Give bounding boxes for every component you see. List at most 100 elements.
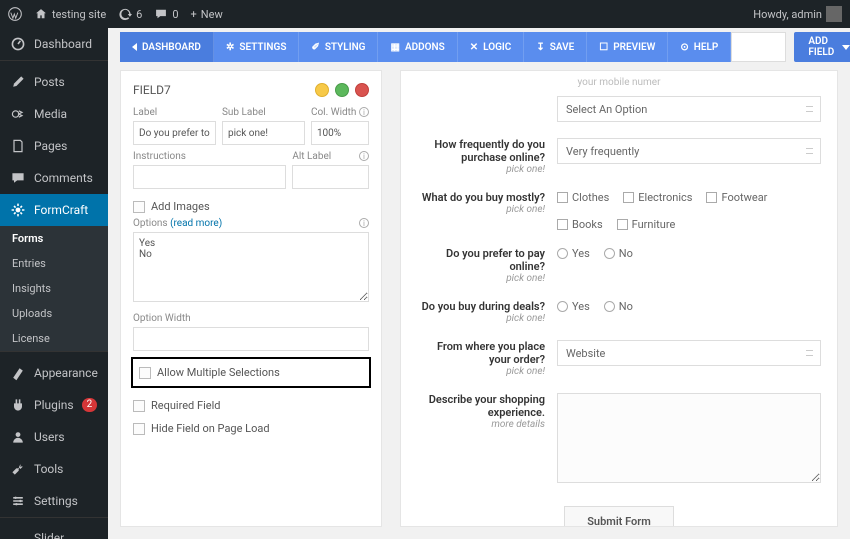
tb-logic[interactable]: ✕LOGIC [458, 32, 525, 62]
opt-yes[interactable]: Yes [557, 247, 590, 260]
wp-logo[interactable] [8, 7, 22, 21]
avatar-icon [826, 6, 842, 22]
radio-icon [557, 248, 568, 259]
tb-help[interactable]: ⊙HELP [668, 32, 731, 62]
howdy[interactable]: Howdy, admin [753, 6, 842, 22]
tb-addons[interactable]: ▦ADDONS [378, 32, 457, 62]
inp-optwidth[interactable] [133, 327, 369, 351]
tb-settings[interactable]: ✲SETTINGS [214, 32, 299, 62]
opt-books[interactable]: Books [557, 218, 603, 231]
minimize-icon[interactable] [315, 83, 329, 97]
field-describe: Describe your shopping experience.more d… [417, 393, 821, 486]
checkbox-icon [133, 423, 145, 435]
menu-pages[interactable]: Pages [0, 130, 108, 162]
menu-media[interactable]: Media [0, 98, 108, 130]
admin-bar: testing site 6 0 +New Howdy, admin [0, 0, 850, 28]
textarea-describe[interactable] [557, 393, 821, 483]
menu-posts[interactable]: Posts [0, 66, 108, 98]
field-label: How frequently do you purchase online? [417, 138, 545, 164]
radio-group: Yes No [557, 247, 821, 260]
opt-electronics[interactable]: Electronics [623, 191, 692, 204]
new-link[interactable]: +New [191, 8, 223, 21]
preview-icon: ☐ [599, 42, 608, 53]
back-icon [132, 43, 137, 51]
delete-icon[interactable] [355, 83, 369, 97]
add-field-button[interactable]: ADD FIELD [794, 32, 850, 62]
tb-save[interactable]: ↧SAVE [524, 32, 587, 62]
checkbox-icon [557, 219, 568, 230]
inp-alt[interactable] [292, 165, 369, 189]
help-icon: ⊙ [680, 42, 688, 53]
site-link[interactable]: testing site [34, 7, 106, 21]
select-where[interactable]: Website [557, 340, 821, 366]
select-frequency[interactable]: Very frequently [557, 138, 821, 164]
chk-allow-multi[interactable]: Allow Multiple Selections [135, 363, 367, 382]
chk-hide[interactable]: Hide Field on Page Load [133, 417, 369, 440]
menu-users[interactable]: Users [0, 421, 108, 453]
opt-footwear[interactable]: Footwear [706, 191, 767, 204]
submit-button[interactable]: Submit Form [564, 506, 674, 527]
field-label: From where you place your order? [417, 340, 545, 366]
field-label: What do you buy mostly? [417, 191, 545, 204]
chk-required[interactable]: Required Field [133, 394, 369, 417]
info-icon[interactable]: i [359, 107, 369, 117]
radio-icon [557, 301, 568, 312]
opt-no[interactable]: No [604, 300, 633, 313]
menu-appearance[interactable]: Appearance [0, 357, 108, 389]
field-settings-panel: FIELD7 Label Sub Label Col. Widthi Instr… [120, 70, 382, 527]
checkbox-icon [557, 192, 568, 203]
field-sublabel: pick one! [417, 273, 545, 284]
menu-tools[interactable]: Tools [0, 453, 108, 485]
inp-col[interactable] [311, 121, 369, 145]
ta-options[interactable]: Yes No [133, 232, 369, 302]
inp-instr[interactable] [133, 165, 286, 189]
inp-label[interactable] [133, 121, 216, 145]
field-where: From where you place your order?pick one… [417, 340, 821, 377]
read-more-link[interactable]: (read more) [170, 218, 222, 229]
builder-toolbar: DASHBOARD ✲SETTINGS ✐STYLING ▦ADDONS ✕LO… [120, 32, 731, 62]
submenu-license[interactable]: License [0, 326, 108, 351]
opt-clothes[interactable]: Clothes [557, 191, 609, 204]
plugin-badge: 2 [82, 398, 98, 412]
chevron-down-icon [842, 45, 850, 50]
lbl-options: Options (read more)i [133, 218, 369, 229]
tb-dashboard[interactable]: DASHBOARD [120, 32, 214, 62]
toolbar-extra-input[interactable] [731, 32, 786, 62]
checkbox-icon [617, 219, 628, 230]
checkbox-group: Clothes Electronics Footwear Books Furni… [557, 191, 821, 231]
menu-settings[interactable]: Settings [0, 485, 108, 517]
info-icon-3[interactable]: i [359, 218, 369, 228]
field-pay-online: Do you prefer to pay online?pick one! Ye… [417, 247, 821, 284]
menu-formcraft[interactable]: FormCraft [0, 194, 108, 226]
styling-icon: ✐ [311, 42, 319, 53]
submenu-forms[interactable]: Forms [0, 226, 108, 251]
menu-comments[interactable]: Comments [0, 162, 108, 194]
menu-slider[interactable]: Slider Revolution [0, 523, 108, 539]
menu-dashboard[interactable]: Dashboard [0, 28, 108, 60]
lbl-label: Label [133, 107, 216, 118]
info-icon-2[interactable]: i [359, 151, 369, 161]
opt-furniture[interactable]: Furniture [617, 218, 676, 231]
checkbox-icon [139, 367, 151, 379]
select-1[interactable]: Select An Option [557, 96, 821, 122]
updates-link[interactable]: 6 [118, 7, 142, 21]
lbl-alt: Alt Labeli [292, 151, 369, 162]
duplicate-icon[interactable] [335, 83, 349, 97]
inp-sub[interactable] [222, 121, 305, 145]
opt-yes[interactable]: Yes [557, 300, 590, 313]
submenu-uploads[interactable]: Uploads [0, 301, 108, 326]
tb-styling[interactable]: ✐STYLING [299, 32, 378, 62]
tb-preview[interactable]: ☐PREVIEW [587, 32, 668, 62]
checkbox-icon [133, 400, 145, 412]
menu-plugins[interactable]: Plugins2 [0, 389, 108, 421]
submenu-insights[interactable]: Insights [0, 276, 108, 301]
field-label: Do you prefer to pay online? [417, 247, 545, 273]
addons-icon: ▦ [390, 42, 399, 53]
field-label: Describe your shopping experience. [417, 393, 545, 419]
opt-no[interactable]: No [604, 247, 633, 260]
top-placeholder: your mobile numer [417, 77, 821, 88]
chk-add-images[interactable]: Add Images [133, 195, 369, 218]
comments-link[interactable]: 0 [154, 7, 178, 21]
submenu-entries[interactable]: Entries [0, 251, 108, 276]
field-dropdown-1: Select An Option [417, 96, 821, 122]
